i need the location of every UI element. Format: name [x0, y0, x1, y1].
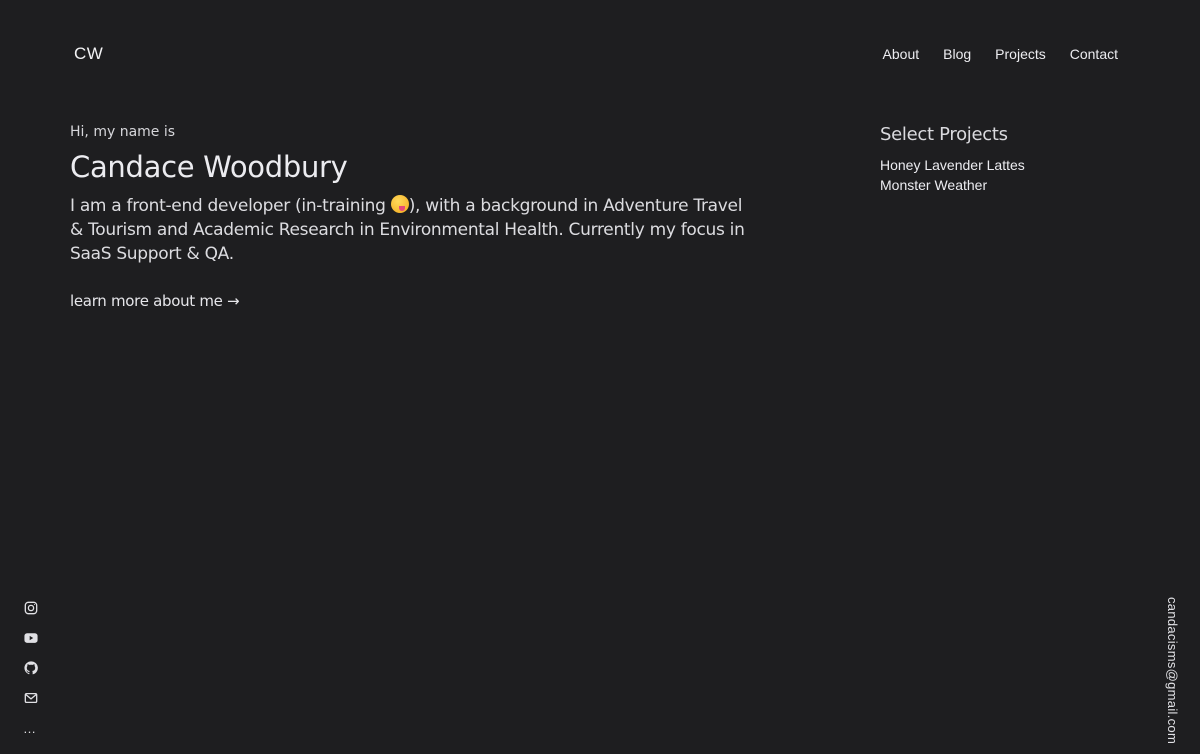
- page: CW About Blog Projects Contact Hi, my na…: [0, 0, 1200, 754]
- zany-face-emoji-icon: [390, 195, 409, 213]
- bio-text: I am a front-end developer (in-training …: [70, 194, 750, 266]
- nav-about[interactable]: About: [883, 46, 920, 62]
- logo-link[interactable]: CW: [74, 44, 103, 64]
- youtube-icon[interactable]: [23, 630, 39, 646]
- top-nav: About Blog Projects Contact: [883, 46, 1118, 62]
- select-projects: Select Projects Honey Lavender Lattes Mo…: [880, 124, 1140, 195]
- bio-text-start: I am a front-end developer (in-training: [70, 196, 391, 216]
- nav-blog[interactable]: Blog: [943, 46, 971, 62]
- project-link-monster-weather[interactable]: Monster Weather: [880, 175, 1140, 195]
- more-icon[interactable]: …: [23, 722, 39, 735]
- email-link[interactable]: candacisms@gmail.com: [1165, 597, 1180, 744]
- nav-projects[interactable]: Projects: [995, 46, 1046, 62]
- projects-heading: Select Projects: [880, 124, 1008, 145]
- learn-more-link[interactable]: learn more about me →: [70, 292, 240, 310]
- project-link-honey-lavender-lattes[interactable]: Honey Lavender Lattes: [880, 155, 1140, 175]
- mail-icon[interactable]: [23, 690, 39, 706]
- github-icon[interactable]: [23, 660, 39, 676]
- instagram-icon[interactable]: [23, 600, 39, 616]
- intro-section: Hi, my name is Candace Woodbury I am a f…: [70, 124, 750, 311]
- nav-contact[interactable]: Contact: [1070, 46, 1118, 62]
- social-links: …: [23, 600, 39, 735]
- page-title: Candace Woodbury: [70, 150, 348, 184]
- greeting-text: Hi, my name is: [70, 124, 176, 140]
